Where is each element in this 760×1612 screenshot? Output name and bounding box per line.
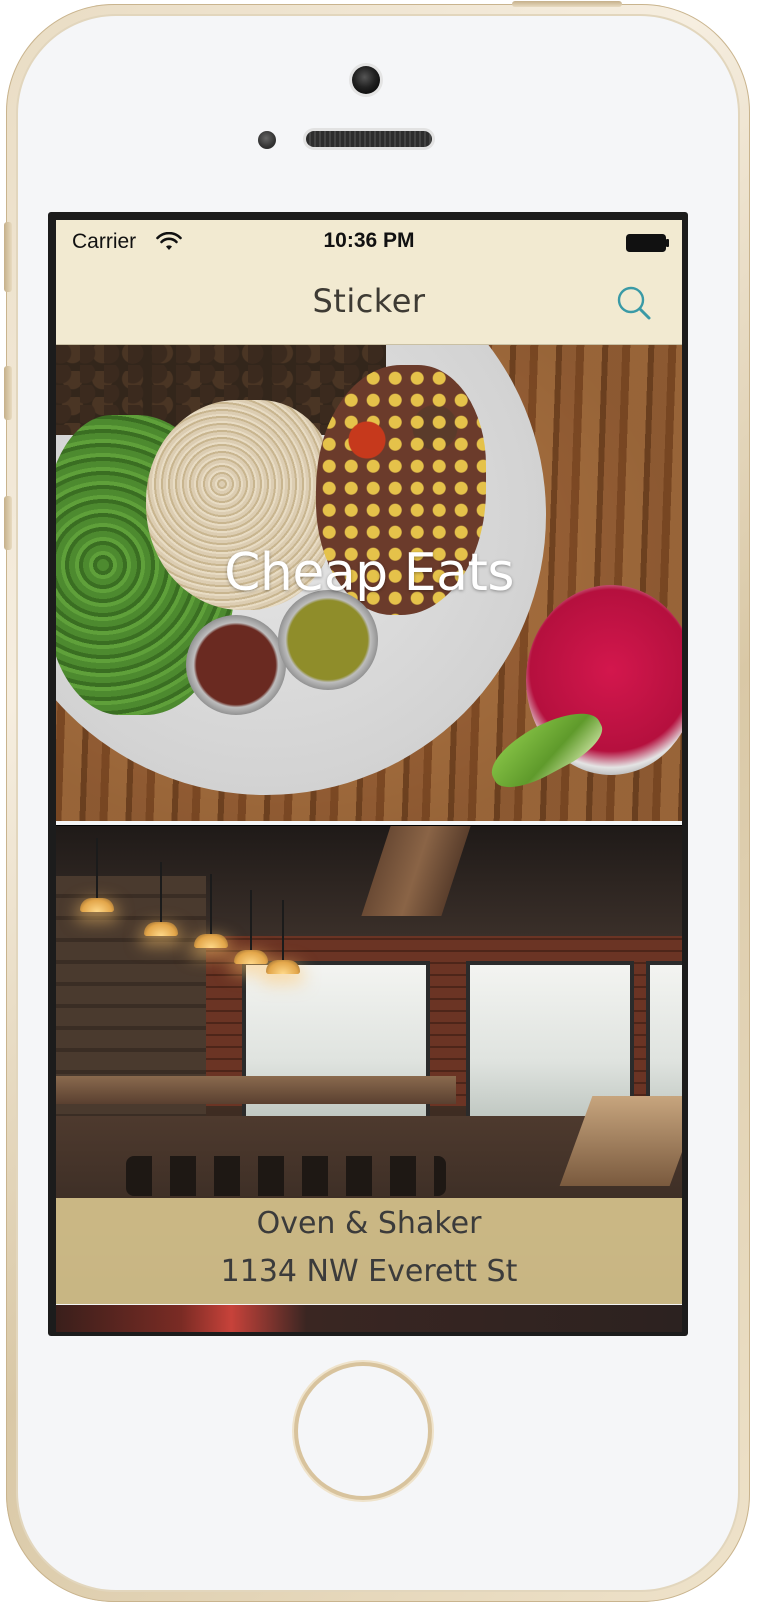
next-card-peek[interactable] [56,1305,682,1332]
restaurant-card[interactable]: Oven & Shaker 1134 NW Everett St [56,826,682,1304]
restaurant-address: 1134 NW Everett St [220,1254,518,1289]
earpiece-speaker [306,131,432,147]
power-button [512,1,622,7]
volume-down-button [4,496,12,550]
category-title: Cheap Eats [224,543,514,603]
card-divider [56,821,682,825]
volume-up-button [4,366,12,420]
status-time: 10:36 PM [323,229,415,252]
restaurant-name: Oven & Shaker [256,1206,482,1241]
navigation-bar: Carrier 10:36 PM Sticker [56,220,682,345]
app-screen: Carrier 10:36 PM Sticker Cheap Eats Oven… [56,220,682,1332]
proximity-sensor [258,131,276,149]
home-button[interactable] [298,1366,428,1496]
front-camera [352,66,380,94]
app-title: Sticker [312,282,426,320]
search-icon [617,286,651,320]
search-button[interactable] [612,282,656,326]
status-bar: Carrier 10:36 PM [56,220,682,260]
mute-switch [4,222,12,292]
restaurant-caption: Oven & Shaker 1134 NW Everett St [56,1198,682,1304]
battery-icon [626,234,669,252]
category-card-cheap-eats[interactable]: Cheap Eats [56,345,682,821]
